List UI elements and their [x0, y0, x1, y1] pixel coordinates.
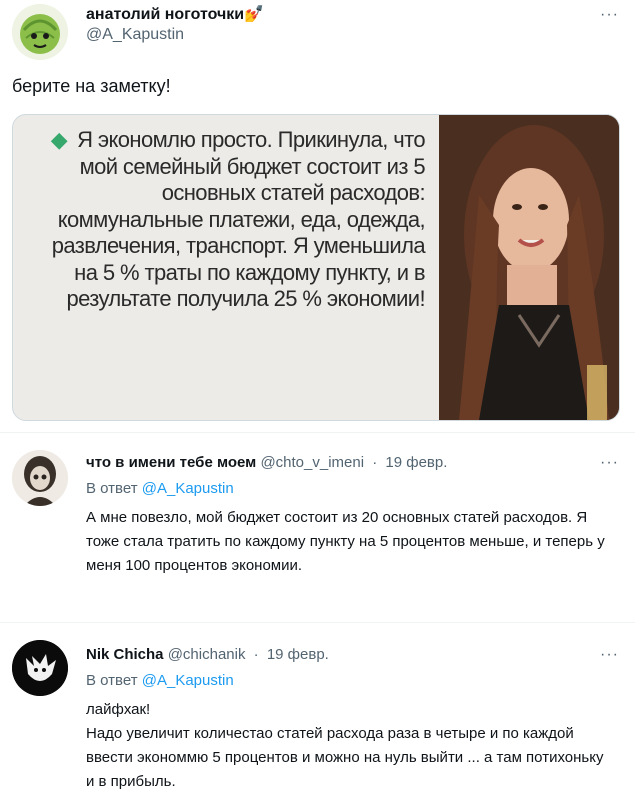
author-handle[interactable]: @A_Kapustin: [86, 26, 184, 44]
diamond-bullet-icon: ◆: [50, 127, 68, 152]
tweet-text: берите на заметку!: [12, 76, 171, 96]
separator-dot: ·: [253, 646, 259, 663]
reply-author-handle[interactable]: @chichanik: [168, 646, 246, 663]
reply-to-line: В ответ @A_Kapustin: [86, 480, 234, 497]
woman-photo: [439, 115, 619, 420]
tweet-image[interactable]: ◆ Я экономлю просто. Прикинула, что мой с…: [12, 114, 620, 421]
reply-date[interactable]: 19 февр.: [267, 646, 329, 663]
reply-text: А мне повезло, мой бюджет состоит из 20 …: [86, 509, 605, 574]
portrait-illustration: [439, 115, 619, 420]
reply-author-name[interactable]: что в имени тебе моем: [86, 454, 256, 471]
reply-to-line: В ответ @A_Kapustin: [86, 672, 234, 689]
wolf-avatar-icon: [12, 640, 68, 696]
main-tweet: анатолий ноготочки💅 @A_Kapustin ··· бери…: [0, 0, 635, 430]
reply-author-handle[interactable]: @chto_v_imeni: [260, 454, 364, 471]
reply-text-line: Надо увеличит количестао статей расхода …: [86, 725, 604, 790]
reply-avatar[interactable]: [12, 640, 68, 696]
more-options-icon[interactable]: ···: [600, 646, 619, 664]
more-options-icon[interactable]: ···: [600, 454, 619, 472]
reply-prefix: В ответ: [86, 480, 138, 497]
divider: [0, 432, 635, 433]
reply-text-block: лайфхак! Надо увеличит количестао статей…: [86, 698, 611, 794]
reply-header: что в имени тебе моем @chto_v_imeni · 19…: [86, 454, 447, 471]
woman-sketch-avatar-icon: [12, 450, 68, 506]
image-caption-text: Я экономлю просто. Прикинула, что мой се…: [51, 127, 426, 311]
more-options-icon[interactable]: ···: [600, 6, 619, 24]
reply-header: Nik Chicha @chichanik · 19 февр.: [86, 646, 329, 663]
cabbage-avatar-icon: [12, 4, 68, 60]
author-avatar[interactable]: [12, 4, 68, 60]
reply-avatar[interactable]: [12, 450, 68, 506]
reply-date[interactable]: 19 февр.: [385, 454, 447, 471]
reply-author-name[interactable]: Nik Chicha: [86, 646, 164, 663]
reply-to-mention[interactable]: @A_Kapustin: [142, 480, 234, 497]
author-name[interactable]: анатолий ноготочки💅: [86, 4, 264, 24]
reply-prefix: В ответ: [86, 672, 138, 689]
reply-tweet: что в имени тебе моем @chto_v_imeni · 19…: [0, 436, 635, 622]
reply-to-mention[interactable]: @A_Kapustin: [142, 672, 234, 689]
reply-text-line: лайфхак!: [86, 701, 151, 718]
separator-dot: ·: [372, 454, 378, 471]
reply-tweet: Nik Chicha @chichanik · 19 февр. ··· В о…: [0, 622, 635, 807]
image-caption: ◆ Я экономлю просто. Прикинула, что мой с…: [25, 127, 426, 313]
